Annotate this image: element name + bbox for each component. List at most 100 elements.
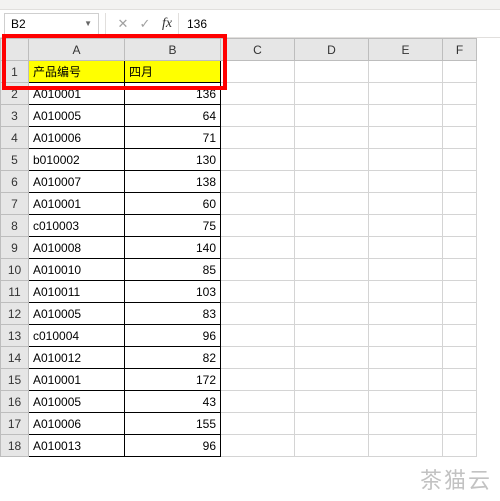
cell[interactable]: [221, 435, 295, 457]
cell[interactable]: [443, 391, 477, 413]
cell[interactable]: [369, 325, 443, 347]
cell[interactable]: [443, 435, 477, 457]
cell[interactable]: [443, 83, 477, 105]
cell[interactable]: [295, 83, 369, 105]
cell[interactable]: [221, 325, 295, 347]
cell[interactable]: [221, 215, 295, 237]
row-header[interactable]: 10: [1, 259, 29, 281]
cell[interactable]: [443, 215, 477, 237]
cell[interactable]: [443, 149, 477, 171]
row-header[interactable]: 8: [1, 215, 29, 237]
chevron-down-icon[interactable]: ▼: [84, 19, 92, 28]
cell[interactable]: A010007: [29, 171, 125, 193]
cell[interactable]: 130: [125, 149, 221, 171]
cell[interactable]: [221, 369, 295, 391]
row-header[interactable]: 17: [1, 413, 29, 435]
cell[interactable]: A010011: [29, 281, 125, 303]
row-header[interactable]: 1: [1, 61, 29, 83]
cell[interactable]: [369, 127, 443, 149]
cell[interactable]: [295, 171, 369, 193]
select-all-corner[interactable]: [1, 39, 29, 61]
row-header[interactable]: 7: [1, 193, 29, 215]
cell[interactable]: A010010: [29, 259, 125, 281]
row-header[interactable]: 11: [1, 281, 29, 303]
col-header-B[interactable]: B: [125, 39, 221, 61]
cell[interactable]: [443, 413, 477, 435]
cell[interactable]: [369, 215, 443, 237]
row-header[interactable]: 14: [1, 347, 29, 369]
cell[interactable]: [221, 281, 295, 303]
cell[interactable]: [443, 193, 477, 215]
cell[interactable]: [221, 127, 295, 149]
cell[interactable]: [369, 61, 443, 83]
row-header[interactable]: 9: [1, 237, 29, 259]
cell[interactable]: [295, 303, 369, 325]
cell[interactable]: [369, 83, 443, 105]
cell[interactable]: [221, 149, 295, 171]
cell[interactable]: A010005: [29, 303, 125, 325]
cell[interactable]: A010006: [29, 127, 125, 149]
cell[interactable]: A010001: [29, 369, 125, 391]
cell[interactable]: 71: [125, 127, 221, 149]
cell[interactable]: [221, 259, 295, 281]
cell[interactable]: A010005: [29, 391, 125, 413]
cell[interactable]: A010001: [29, 193, 125, 215]
col-header-C[interactable]: C: [221, 39, 295, 61]
cell[interactable]: [295, 281, 369, 303]
cell[interactable]: [369, 237, 443, 259]
cell[interactable]: [221, 61, 295, 83]
cell[interactable]: [295, 215, 369, 237]
cell[interactable]: 75: [125, 215, 221, 237]
row-header[interactable]: 18: [1, 435, 29, 457]
cell[interactable]: [295, 325, 369, 347]
cell[interactable]: [295, 435, 369, 457]
cell[interactable]: 四月: [125, 61, 221, 83]
confirm-icon[interactable]: ✓: [134, 13, 156, 35]
row-header[interactable]: 6: [1, 171, 29, 193]
cell[interactable]: [221, 391, 295, 413]
cell[interactable]: [221, 105, 295, 127]
cell[interactable]: [295, 259, 369, 281]
cell[interactable]: 60: [125, 193, 221, 215]
cell[interactable]: [369, 391, 443, 413]
row-header[interactable]: 15: [1, 369, 29, 391]
cell[interactable]: [295, 413, 369, 435]
row-header[interactable]: 16: [1, 391, 29, 413]
cell[interactable]: [443, 347, 477, 369]
cell[interactable]: [221, 303, 295, 325]
cell[interactable]: 85: [125, 259, 221, 281]
cell[interactable]: [443, 303, 477, 325]
row-header[interactable]: 2: [1, 83, 29, 105]
cell[interactable]: A010012: [29, 347, 125, 369]
cell[interactable]: [369, 281, 443, 303]
cell[interactable]: [221, 413, 295, 435]
cell[interactable]: [443, 105, 477, 127]
cell[interactable]: [295, 369, 369, 391]
row-header[interactable]: 12: [1, 303, 29, 325]
cell[interactable]: 64: [125, 105, 221, 127]
cell[interactable]: [221, 237, 295, 259]
row-header[interactable]: 4: [1, 127, 29, 149]
cell[interactable]: [369, 413, 443, 435]
cell[interactable]: 43: [125, 391, 221, 413]
name-box[interactable]: B2 ▼: [4, 13, 99, 35]
cell[interactable]: A010013: [29, 435, 125, 457]
cell[interactable]: 82: [125, 347, 221, 369]
cell[interactable]: A010005: [29, 105, 125, 127]
cell[interactable]: c010003: [29, 215, 125, 237]
cell[interactable]: 产品编号: [29, 61, 125, 83]
row-header[interactable]: 5: [1, 149, 29, 171]
cell[interactable]: 96: [125, 325, 221, 347]
fx-icon[interactable]: fx: [156, 13, 178, 35]
cell[interactable]: 136: [125, 83, 221, 105]
cell[interactable]: [295, 61, 369, 83]
cell[interactable]: [369, 193, 443, 215]
cell[interactable]: 96: [125, 435, 221, 457]
row-header[interactable]: 3: [1, 105, 29, 127]
cancel-icon[interactable]: ✕: [112, 13, 134, 35]
cell[interactable]: [369, 149, 443, 171]
col-header-A[interactable]: A: [29, 39, 125, 61]
col-header-D[interactable]: D: [295, 39, 369, 61]
cell[interactable]: [369, 347, 443, 369]
cell[interactable]: [443, 281, 477, 303]
